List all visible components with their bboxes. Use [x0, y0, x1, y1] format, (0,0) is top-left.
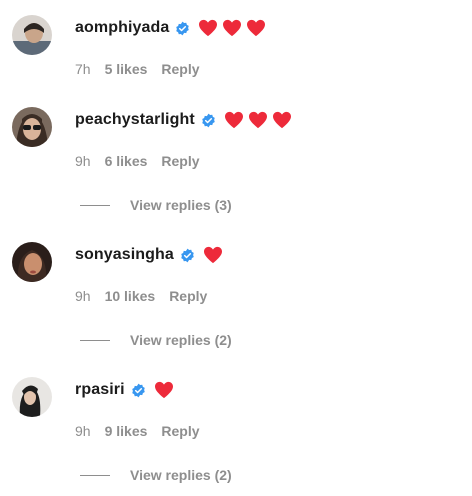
username-row: peachystarlight — [75, 108, 292, 132]
comment-item: sonyasingha 9h 10 likes Reply View repli… — [0, 235, 472, 360]
reply-button[interactable]: Reply — [161, 61, 199, 77]
heart-icon — [154, 381, 174, 399]
divider-line — [80, 204, 110, 206]
heart-emojis — [203, 246, 223, 264]
username[interactable]: rpasiri — [75, 381, 125, 399]
heart-icon — [222, 19, 242, 37]
username[interactable]: aomphiyada — [75, 19, 169, 37]
comment-meta: 9h 10 likes Reply — [75, 286, 207, 306]
heart-emojis — [198, 19, 266, 37]
timestamp: 9h — [75, 423, 91, 439]
avatar[interactable] — [12, 15, 52, 55]
heart-icon — [224, 111, 244, 129]
view-replies-button[interactable]: View replies (3) — [80, 195, 232, 215]
comment-meta: 9h 9 likes Reply — [75, 421, 200, 441]
username[interactable]: peachystarlight — [75, 111, 195, 129]
view-replies-label[interactable]: View replies (3) — [130, 197, 232, 213]
verified-badge-icon — [175, 21, 190, 36]
verified-badge-icon — [201, 113, 216, 128]
comment-meta: 9h 6 likes Reply — [75, 151, 200, 171]
timestamp: 9h — [75, 153, 91, 169]
username-row: aomphiyada — [75, 16, 266, 40]
likes-count[interactable]: 5 likes — [105, 61, 148, 77]
likes-count[interactable]: 10 likes — [105, 288, 156, 304]
comment-meta: 7h 5 likes Reply — [75, 59, 200, 79]
heart-icon — [246, 19, 266, 37]
view-replies-label[interactable]: View replies (2) — [130, 332, 232, 348]
reply-button[interactable]: Reply — [161, 423, 199, 439]
heart-icon — [272, 111, 292, 129]
heart-emojis — [154, 381, 174, 399]
heart-emojis — [224, 111, 292, 129]
avatar[interactable] — [12, 107, 52, 147]
verified-badge-icon — [131, 383, 146, 398]
avatar[interactable] — [12, 377, 52, 417]
likes-count[interactable]: 9 likes — [105, 423, 148, 439]
view-replies-label[interactable]: View replies (2) — [130, 467, 232, 483]
timestamp: 7h — [75, 61, 91, 77]
username-row: sonyasingha — [75, 243, 223, 267]
view-replies-button[interactable]: View replies (2) — [80, 465, 232, 485]
username-row: rpasiri — [75, 378, 174, 402]
comment-item: rpasiri 9h 9 likes Reply View replies (2… — [0, 370, 472, 495]
divider-line — [80, 339, 110, 341]
heart-icon — [198, 19, 218, 37]
username[interactable]: sonyasingha — [75, 246, 174, 264]
comment-item: peachystarlight 9h 6 likes Reply View re… — [0, 100, 472, 225]
timestamp: 9h — [75, 288, 91, 304]
heart-icon — [203, 246, 223, 264]
verified-badge-icon — [180, 248, 195, 263]
heart-icon — [248, 111, 268, 129]
reply-button[interactable]: Reply — [169, 288, 207, 304]
reply-button[interactable]: Reply — [161, 153, 199, 169]
divider-line — [80, 474, 110, 476]
view-replies-button[interactable]: View replies (2) — [80, 330, 232, 350]
likes-count[interactable]: 6 likes — [105, 153, 148, 169]
avatar[interactable] — [12, 242, 52, 282]
comment-item: aomphiyada 7h 5 likes Reply — [0, 0, 472, 90]
